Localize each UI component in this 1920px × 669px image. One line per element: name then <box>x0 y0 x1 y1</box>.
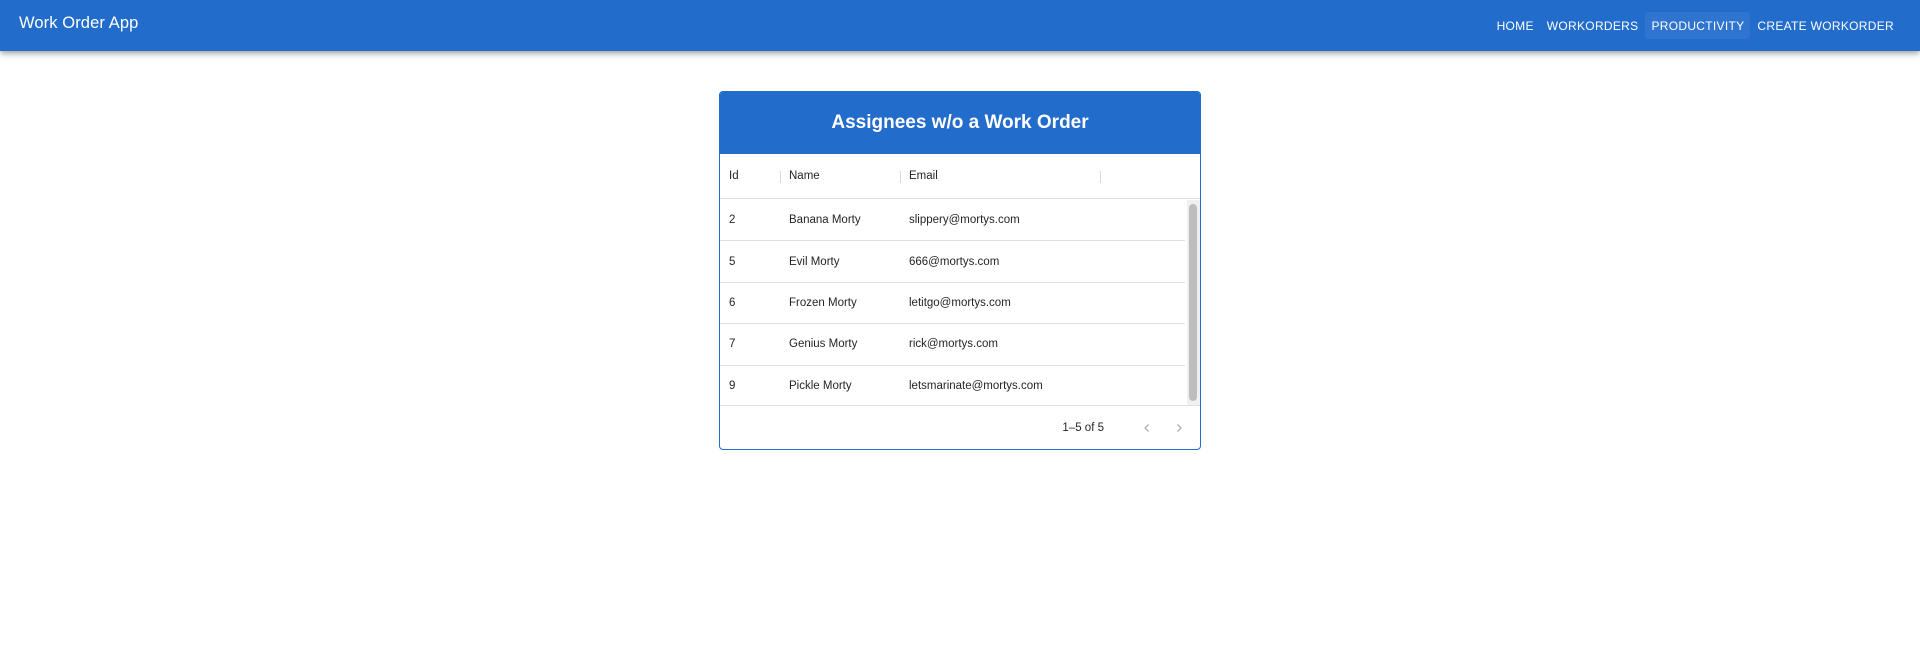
table-row[interactable]: 5 Evil Morty 666@mortys.com <box>720 241 1185 283</box>
grid-rows: 2 Banana Morty slippery@mortys.com 5 Evi… <box>720 200 1185 405</box>
cell-id: 7 <box>729 338 736 351</box>
nav-home[interactable]: HOME <box>1491 12 1540 39</box>
cell-email: letitgo@mortys.com <box>909 296 1011 309</box>
cell-email: 666@mortys.com <box>909 255 1000 268</box>
nav-productivity[interactable]: PRODUCTIVITY <box>1645 12 1751 39</box>
card-title: Assignees w/o a Work Order <box>720 92 1200 154</box>
column-header-email[interactable]: Email <box>900 170 1100 182</box>
next-page-button[interactable] <box>1168 417 1190 439</box>
nav-workorders[interactable]: WORKORDERS <box>1541 12 1645 39</box>
cell-id: 9 <box>729 379 736 392</box>
column-header-name[interactable]: Name <box>780 170 900 182</box>
scrollbar-thumb[interactable] <box>1189 204 1197 401</box>
grid-footer: 1–5 of 5 <box>720 405 1200 449</box>
top-nav: HOME WORKORDERS PRODUCTIVITY CREATE WORK… <box>1490 12 1900 39</box>
assignees-card: Assignees w/o a Work Order Id Name Email… <box>719 91 1201 450</box>
table-row[interactable]: 6 Frozen Morty letitgo@mortys.com <box>720 283 1185 325</box>
cell-email: slippery@mortys.com <box>909 214 1020 227</box>
cell-id: 5 <box>729 255 736 268</box>
cell-id: 2 <box>729 214 736 227</box>
chevron-right-icon <box>1177 424 1182 432</box>
cell-email: rick@mortys.com <box>909 338 998 351</box>
cell-name: Frozen Morty <box>789 296 857 309</box>
column-separator[interactable] <box>1100 171 1101 183</box>
table-row[interactable]: 2 Banana Morty slippery@mortys.com <box>720 200 1185 242</box>
column-separator[interactable] <box>780 171 781 183</box>
cell-id: 6 <box>729 296 736 309</box>
assignees-grid: Id Name Email 2 Banana Morty slippery@mo… <box>720 154 1200 449</box>
cell-name: Evil Morty <box>789 255 840 268</box>
grid-scrollbar[interactable] <box>1187 200 1200 405</box>
pagination-info: 1–5 of 5 <box>1062 422 1104 434</box>
cell-name: Genius Morty <box>789 338 858 351</box>
grid-header: Id Name Email <box>720 154 1200 199</box>
column-separator[interactable] <box>900 171 901 183</box>
previous-page-button[interactable] <box>1136 417 1158 439</box>
column-header-id[interactable]: Id <box>720 170 780 182</box>
table-row[interactable]: 9 Pickle Morty letsmarinate@mortys.com <box>720 366 1185 405</box>
chevron-left-icon <box>1144 424 1149 432</box>
nav-create-workorder[interactable]: CREATE WORKORDER <box>1751 12 1900 39</box>
cell-name: Pickle Morty <box>789 379 852 392</box>
app-bar: Work Order App HOME WORKORDERS PRODUCTIV… <box>0 0 1920 51</box>
table-row[interactable]: 7 Genius Morty rick@mortys.com <box>720 324 1185 366</box>
app-title: Work Order App <box>19 14 139 32</box>
cell-name: Banana Morty <box>789 214 861 227</box>
cell-email: letsmarinate@mortys.com <box>909 379 1043 392</box>
